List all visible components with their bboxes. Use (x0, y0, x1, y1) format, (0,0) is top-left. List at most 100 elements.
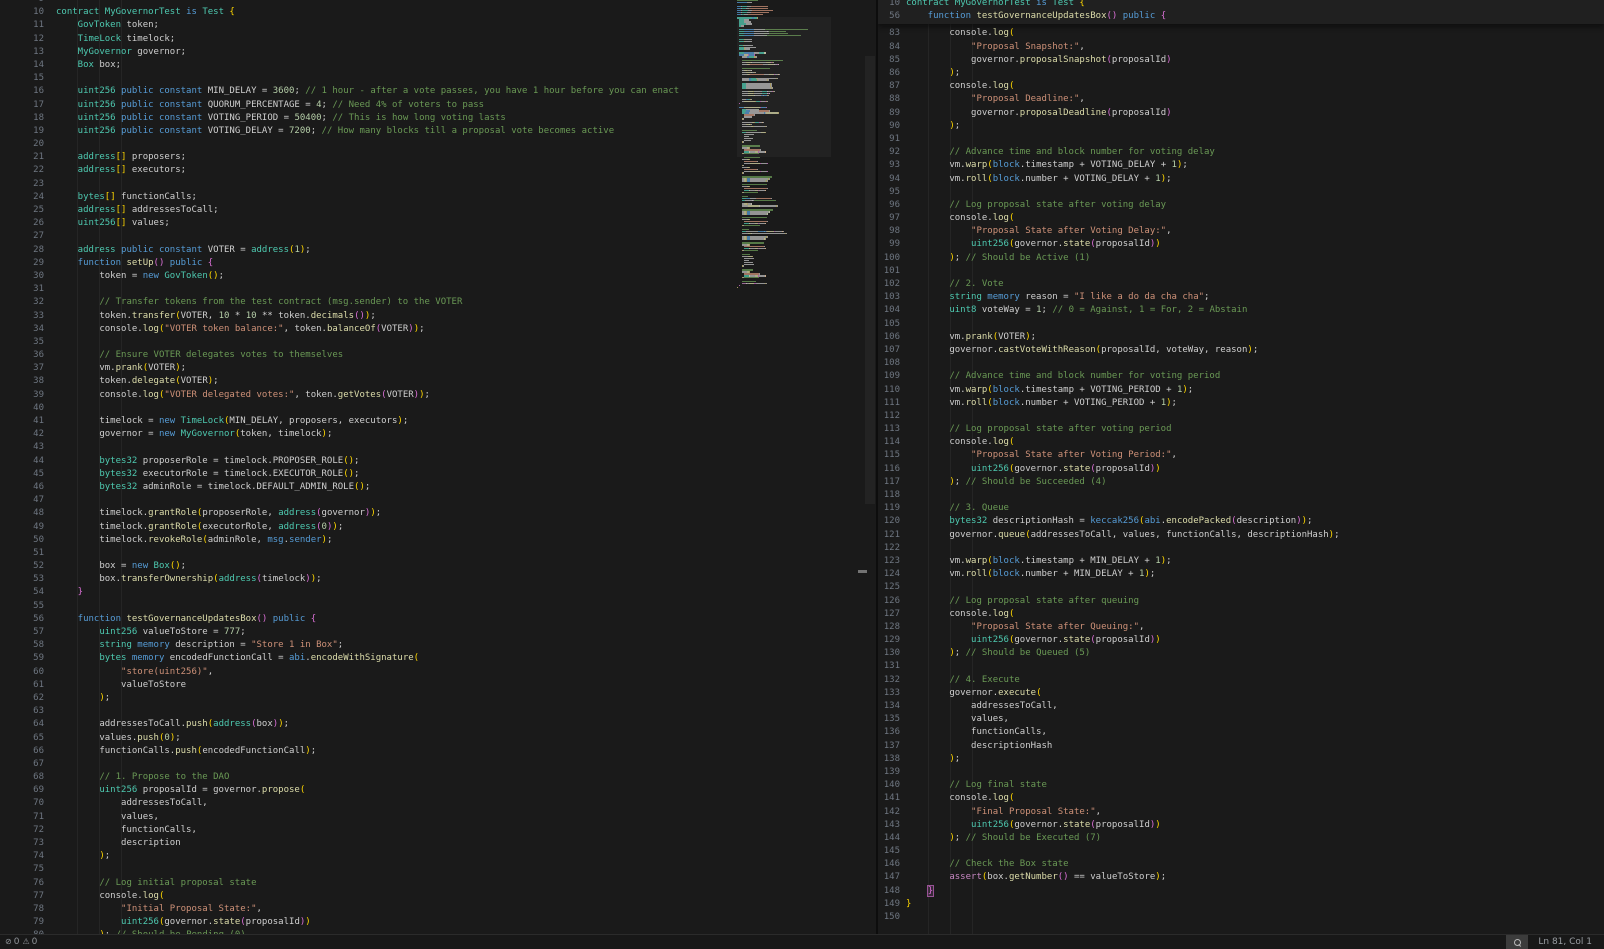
code-line[interactable]: 38 token.delegate(VOTER); (0, 375, 876, 388)
code-line[interactable]: 149} (878, 898, 1604, 911)
code-line[interactable]: 33 token.transfer(VOTER, 10 * 10 ** toke… (0, 310, 876, 323)
code-line[interactable]: 56 function testGovernanceUpdatesBox() p… (0, 613, 876, 626)
code-line[interactable]: 122 (878, 542, 1604, 555)
code-line[interactable]: 86 ); (878, 67, 1604, 80)
code-line[interactable]: 47 (0, 494, 876, 507)
code-line[interactable]: 92 // Advance time and block number for … (878, 146, 1604, 159)
code-line[interactable]: 44 bytes32 proposerRole = timelock.PROPO… (0, 455, 876, 468)
code-line[interactable]: 95 (878, 186, 1604, 199)
code-line[interactable]: 90 ); (878, 120, 1604, 133)
code-line[interactable]: 109 // Advance time and block number for… (878, 370, 1604, 383)
code-line[interactable]: 102 // 2. Vote (878, 278, 1604, 291)
code-line[interactable]: 76 // Log initial proposal state (0, 877, 876, 890)
code-line[interactable]: 39 console.log("VOTER delegated votes:",… (0, 389, 876, 402)
code-line[interactable]: 72 functionCalls, (0, 824, 876, 837)
code-line[interactable]: 130 ); // Should be Queued (5) (878, 647, 1604, 660)
code-line[interactable]: 107 governor.castVoteWithReason(proposal… (878, 344, 1604, 357)
code-line[interactable]: 112 (878, 410, 1604, 423)
code-line[interactable]: 97 console.log( (878, 212, 1604, 225)
editor-pane-left[interactable]: 910contract MyGovernorTest is Test {11 G… (0, 0, 876, 935)
code-line[interactable]: 131 (878, 660, 1604, 673)
code-line[interactable]: 43 (0, 441, 876, 454)
cursor-position[interactable]: Ln 81, Col 1 (1528, 937, 1604, 947)
code-line[interactable]: 123 vm.warp(block.timestamp + MIN_DELAY … (878, 555, 1604, 568)
code-line[interactable]: 119 // 3. Queue (878, 502, 1604, 515)
code-line[interactable]: 62 ); (0, 692, 876, 705)
code-line[interactable]: 146 // Check the Box state (878, 858, 1604, 871)
code-line[interactable]: 138 ); (878, 753, 1604, 766)
code-line[interactable]: 140 // Log final state (878, 779, 1604, 792)
code-line[interactable]: 135 values, (878, 713, 1604, 726)
code-line[interactable]: 35 (0, 336, 876, 349)
code-line[interactable]: 121 governor.queue(addressesToCall, valu… (878, 529, 1604, 542)
code-line[interactable]: 113 // Log proposal state after voting p… (878, 423, 1604, 436)
scrollbar-thumb[interactable] (865, 56, 875, 504)
code-line[interactable]: 94 vm.roll(block.number + VOTING_DELAY +… (878, 173, 1604, 186)
code-line[interactable]: 106 vm.prank(VOTER); (878, 331, 1604, 344)
code-line[interactable]: 101 (878, 265, 1604, 278)
code-line[interactable]: 84 "Proposal Snapshot:", (878, 41, 1604, 54)
search-status-item[interactable] (1506, 935, 1528, 949)
code-line[interactable]: 133 governor.execute( (878, 687, 1604, 700)
code-line[interactable]: 68 // 1. Propose to the DAO (0, 771, 876, 784)
code-line[interactable]: 118 (878, 489, 1604, 502)
code-line[interactable]: 58 string memory description = "Store 1 … (0, 639, 876, 652)
code-line[interactable]: 37 vm.prank(VOTER); (0, 362, 876, 375)
code-line[interactable]: 114 console.log( (878, 436, 1604, 449)
code-line[interactable]: 108 (878, 357, 1604, 370)
code-line[interactable]: 111 vm.roll(block.number + VOTING_PERIOD… (878, 397, 1604, 410)
code-line[interactable]: 71 values, (0, 811, 876, 824)
code-line[interactable]: 77 console.log( (0, 890, 876, 903)
code-line[interactable]: 126 // Log proposal state after queuing (878, 595, 1604, 608)
code-line[interactable]: 150 (878, 911, 1604, 924)
code-line[interactable]: 141 console.log( (878, 792, 1604, 805)
code-line[interactable]: 104 uint8 voteWay = 1; // 0 = Against, 1… (878, 304, 1604, 317)
code-line[interactable]: 110 vm.warp(block.timestamp + VOTING_PER… (878, 384, 1604, 397)
code-line[interactable]: 69 uint256 proposalId = governor.propose… (0, 784, 876, 797)
code-line[interactable]: 49 timelock.grantRole(executorRole, addr… (0, 521, 876, 534)
code-line[interactable]: 32 // Transfer tokens from the test cont… (0, 296, 876, 309)
editor-pane-right[interactable]: 82 // Fetch proposal details83 console.l… (878, 0, 1604, 935)
code-line[interactable]: 100 ); // Should be Active (1) (878, 252, 1604, 265)
code-line[interactable]: 10contract MyGovernorTest is Test { (878, 0, 1604, 10)
code-line[interactable]: 59 bytes memory encodedFunctionCall = ab… (0, 652, 876, 665)
code-line[interactable]: 148 } (878, 885, 1604, 898)
code-line[interactable]: 87 console.log( (878, 80, 1604, 93)
code-line[interactable]: 120 bytes32 descriptionHash = keccak256(… (878, 515, 1604, 528)
code-line[interactable]: 67 (0, 758, 876, 771)
code-line[interactable]: 136 functionCalls, (878, 726, 1604, 739)
code-line[interactable]: 60 "store(uint256)", (0, 666, 876, 679)
code-line[interactable]: 139 (878, 766, 1604, 779)
sticky-scroll[interactable]: 10contract MyGovernorTest is Test {56 fu… (878, 0, 1604, 24)
code-area-right[interactable]: 82 // Fetch proposal details83 console.l… (878, 14, 1604, 924)
code-line[interactable]: 144 ); // Should be Executed (7) (878, 832, 1604, 845)
code-line[interactable]: 137 descriptionHash (878, 740, 1604, 753)
code-line[interactable]: 74 ); (0, 850, 876, 863)
code-line[interactable]: 65 values.push(0); (0, 732, 876, 745)
code-line[interactable]: 85 governor.proposalSnapshot(proposalId) (878, 54, 1604, 67)
code-line[interactable]: 53 box.transferOwnership(address(timeloc… (0, 573, 876, 586)
code-line[interactable]: 57 uint256 valueToStore = 777; (0, 626, 876, 639)
code-line[interactable]: 51 (0, 547, 876, 560)
code-line[interactable]: 91 (878, 133, 1604, 146)
code-line[interactable]: 75 (0, 863, 876, 876)
code-line[interactable]: 70 addressesToCall, (0, 797, 876, 810)
code-line[interactable]: 54 } (0, 586, 876, 599)
code-line[interactable]: 42 governor = new MyGovernor(token, time… (0, 428, 876, 441)
code-line[interactable]: 48 timelock.grantRole(proposerRole, addr… (0, 507, 876, 520)
code-line[interactable]: 63 (0, 705, 876, 718)
code-line[interactable]: 115 "Proposal State after Voting Period:… (878, 449, 1604, 462)
code-line[interactable]: 66 functionCalls.push(encodedFunctionCal… (0, 745, 876, 758)
code-line[interactable]: 145 (878, 845, 1604, 858)
code-line[interactable]: 99 uint256(governor.state(proposalId)) (878, 238, 1604, 251)
code-line[interactable]: 125 (878, 581, 1604, 594)
code-line[interactable]: 50 timelock.revokeRole(adminRole, msg.se… (0, 534, 876, 547)
code-line[interactable]: 64 addressesToCall.push(address(box)); (0, 718, 876, 731)
problems-errors[interactable]: ⊘ 0 (5, 937, 19, 947)
code-line[interactable]: 41 timelock = new TimeLock(MIN_DELAY, pr… (0, 415, 876, 428)
code-line[interactable]: 127 console.log( (878, 608, 1604, 621)
code-line[interactable]: 46 bytes32 adminRole = timelock.DEFAULT_… (0, 481, 876, 494)
code-line[interactable]: 40 (0, 402, 876, 415)
code-line[interactable]: 143 uint256(governor.state(proposalId)) (878, 819, 1604, 832)
vertical-scrollbar[interactable] (864, 0, 876, 935)
